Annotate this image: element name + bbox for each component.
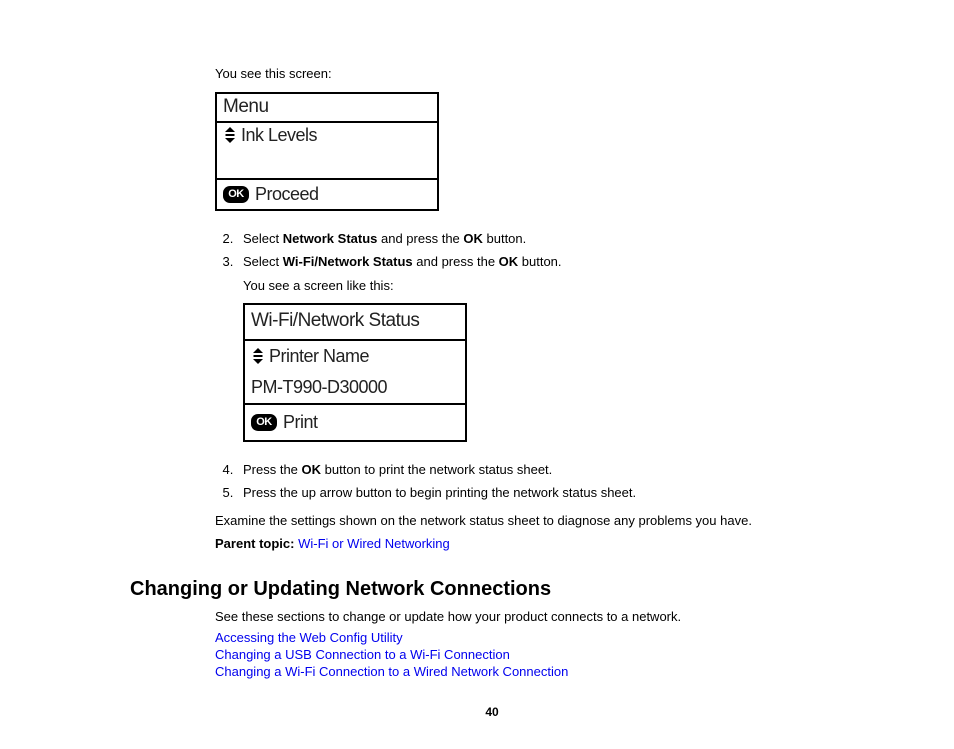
examine-text: Examine the settings shown on the networ… bbox=[215, 511, 854, 531]
intro-text: You see this screen: bbox=[215, 64, 854, 84]
lcd-footer: OK Proceed bbox=[217, 178, 437, 209]
lcd-row-empty bbox=[217, 148, 437, 178]
lcd-row-text: Ink Levels bbox=[241, 125, 317, 146]
step-5: Press the up arrow button to begin print… bbox=[237, 483, 854, 503]
step-3-after: You see a screen like this: bbox=[243, 276, 854, 296]
page-number: 40 bbox=[130, 705, 854, 719]
steps-list: Select Network Status and press the OK b… bbox=[215, 229, 854, 503]
lcd-row: PM-T990-D30000 bbox=[245, 372, 465, 403]
lcd-screen-wifi: Wi-Fi/Network Status Printer Name PM-T99… bbox=[243, 303, 467, 442]
ok-badge-icon: OK bbox=[223, 186, 249, 203]
step-3: Select Wi-Fi/Network Status and press th… bbox=[237, 252, 854, 442]
step-2: Select Network Status and press the OK b… bbox=[237, 229, 854, 249]
lcd-row: Printer Name bbox=[245, 341, 465, 372]
lcd-row-text: Printer Name bbox=[269, 343, 369, 370]
lcd-row-text: PM-T990-D30000 bbox=[251, 374, 387, 401]
lcd-footer-text: Proceed bbox=[255, 184, 319, 205]
link-wifi-to-wired[interactable]: Changing a Wi-Fi Connection to a Wired N… bbox=[215, 664, 854, 679]
lcd-footer-text: Print bbox=[283, 409, 318, 436]
lcd-screen-menu: Menu Ink Levels OK Proceed bbox=[215, 92, 439, 211]
lcd-row: Ink Levels bbox=[217, 123, 437, 148]
step-4: Press the OK button to print the network… bbox=[237, 460, 854, 480]
ok-badge-icon: OK bbox=[251, 414, 277, 431]
section-heading: Changing or Updating Network Connections bbox=[130, 578, 854, 601]
link-web-config[interactable]: Accessing the Web Config Utility bbox=[215, 630, 854, 645]
parent-topic-link[interactable]: Wi-Fi or Wired Networking bbox=[298, 536, 450, 551]
lcd-title: Menu bbox=[217, 94, 437, 123]
up-down-arrow-icon bbox=[251, 348, 265, 364]
lcd-footer: OK Print bbox=[245, 403, 465, 440]
lcd-title: Wi-Fi/Network Status bbox=[245, 305, 465, 341]
up-down-arrow-icon bbox=[223, 127, 237, 143]
related-links: Accessing the Web Config Utility Changin… bbox=[215, 630, 854, 679]
parent-topic-label: Parent topic: bbox=[215, 536, 298, 551]
link-usb-to-wifi[interactable]: Changing a USB Connection to a Wi-Fi Con… bbox=[215, 647, 854, 662]
heading-intro: See these sections to change or update h… bbox=[215, 607, 854, 627]
parent-topic: Parent topic: Wi-Fi or Wired Networking bbox=[215, 534, 854, 554]
